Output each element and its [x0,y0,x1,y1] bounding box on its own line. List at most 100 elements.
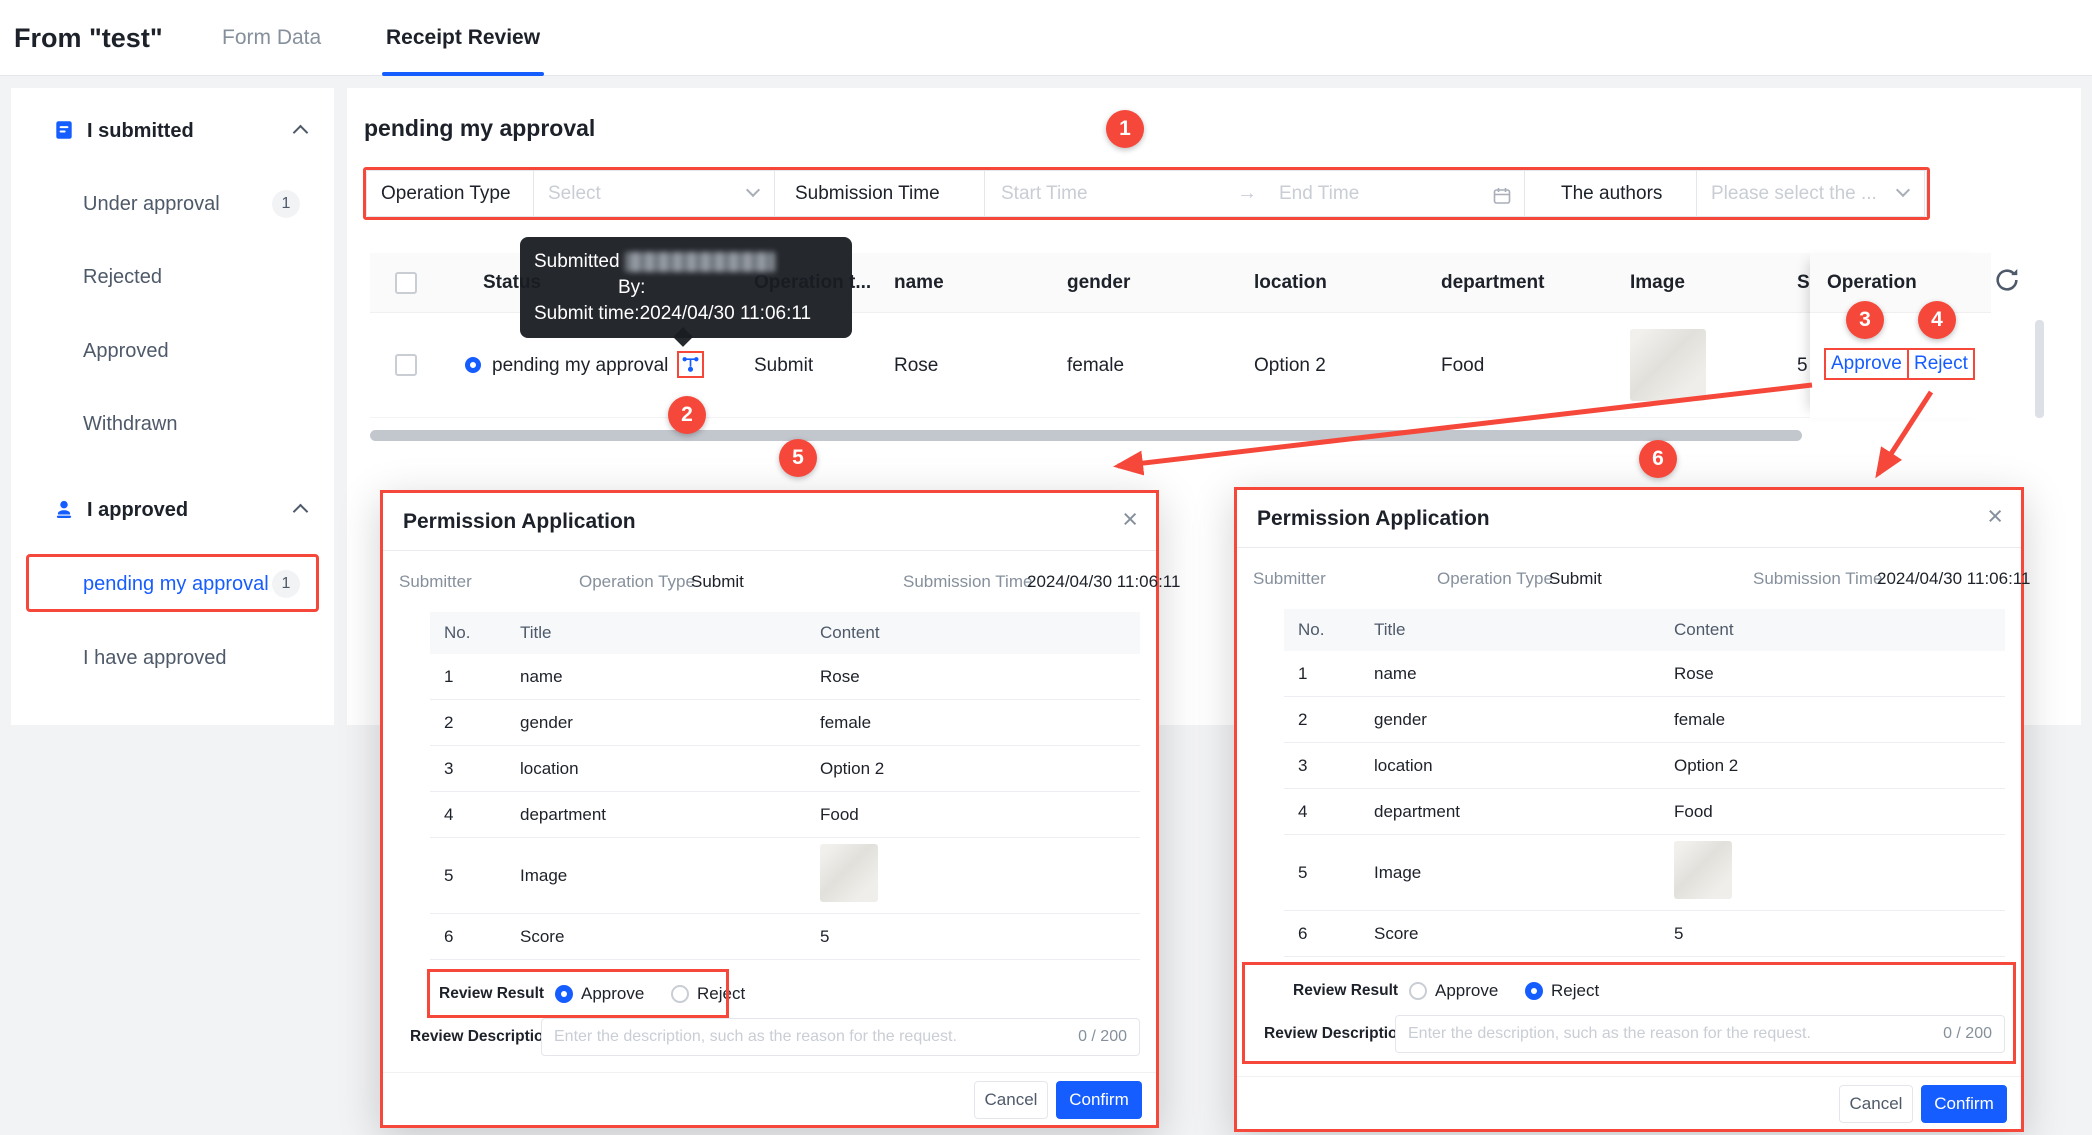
content-title: pending my approval [364,115,596,141]
item-label: Rejected [83,266,162,288]
sidebar-item-withdrawn[interactable]: Withdrawn [11,394,334,454]
filter-bar: Operation Type Select Submission Time St… [366,170,1927,217]
col-no: No. [444,623,471,642]
submission-time-label: Submission Time [903,572,1033,591]
reject-link[interactable]: Reject [1914,353,1968,374]
radio-reject[interactable] [1525,982,1543,1000]
approve-link[interactable]: Approve [1831,353,1902,374]
dialog-title: Permission Application [1257,507,1490,530]
annotation-step-2: 2 [668,396,706,434]
item-label: I have approved [83,647,227,669]
tooltip-line-by: By: [618,277,646,298]
table-row: 1 name Rose [1284,651,2005,697]
image-thumbnail[interactable] [1674,841,1732,899]
radio-reject-label[interactable]: Reject [697,975,745,1013]
annotation-step-1: 1 [1106,110,1144,148]
refresh-icon[interactable] [1993,266,2023,296]
char-counter: 0 / 200 [1078,1028,1127,1045]
cell-score: 5 [1797,355,1808,376]
radio-reject-label[interactable]: Reject [1551,972,1599,1010]
submitted-icon [53,119,75,141]
row-checkbox[interactable] [395,354,417,376]
dialog-table-header: No. Title Content [430,612,1140,654]
select-all-checkbox[interactable] [395,271,417,294]
dialog-info-row: Submitter Operation Type Submit Submissi… [1237,564,2030,594]
status-dot-icon [465,357,481,373]
radio-reject[interactable] [671,985,689,1003]
review-description-input[interactable] [542,1019,1139,1055]
sidebar-item-under-approval[interactable]: Under approval 1 [11,174,334,234]
table-row: 5 Image [430,838,1140,914]
col-location: location [1254,272,1327,293]
chevron-up-icon[interactable] [292,124,309,141]
image-thumbnail[interactable] [1630,329,1706,401]
submitter-label: Submitter [1253,569,1326,588]
submission-time-range-picker[interactable]: Start Time → End Time [984,171,1525,216]
sidebar-item-pending-my-approval[interactable]: pending my approval 1 [11,554,334,614]
review-description-input[interactable] [1396,1016,2004,1052]
dialog-table-header: No. Title Content [1284,609,2005,651]
range-arrow-icon: → [1237,182,1257,204]
page-title: From "test" [14,23,163,53]
description-input-box: 0 / 200 [541,1018,1140,1056]
sidebar-item-approved[interactable]: Approved [11,321,334,381]
sidebar-item-i-have-approved[interactable]: I have approved [11,628,334,688]
dialog-footer: Cancel Confirm [383,1072,1156,1125]
table-row: 3 location Option 2 [430,746,1140,792]
item-label: Approved [83,340,169,362]
dialog-footer: Cancel Confirm [1237,1076,2021,1129]
table-row: 1 name Rose [430,654,1140,700]
horizontal-scrollbar[interactable] [370,430,1802,441]
cancel-button[interactable]: Cancel [1839,1085,1913,1123]
calendar-icon [1492,186,1512,206]
submission-time-value: 2024/04/30 11:06:11 [1027,572,1181,591]
submitter-label: Submitter [399,572,472,591]
permission-dialog-reject: Permission Application × Submitter Opera… [1234,487,2030,1132]
cell-location: Option 2 [1254,355,1326,376]
sidebar-section-i-submitted[interactable]: I submitted [11,101,334,161]
review-result-label: Review Result [439,985,545,1002]
permission-dialog-approve: Permission Application × Submitter Opera… [380,490,1180,1128]
item-label: Withdrawn [83,413,178,435]
annotation-step-5: 5 [779,439,817,477]
start-time-placeholder: Start Time [1001,182,1088,204]
radio-approve[interactable] [1409,982,1427,1000]
sidebar-section-i-approved[interactable]: I approved [11,480,334,540]
annotation-step-4: 4 [1918,301,1956,339]
dialog-table: No. Title Content 1 name Rose 2 gender femal… [1284,609,2005,957]
radio-approve-label[interactable]: Approve [1435,972,1498,1010]
col-image: Image [1630,272,1685,293]
operation-fixed-column: Operation Approve Reject [1810,253,1991,418]
annotation-box-flow-icon[interactable] [677,351,704,378]
radio-approve[interactable] [555,985,573,1003]
tab-form-data[interactable]: Form Data [222,0,321,76]
submission-time-value: 2024/04/30 11:06:11 [1877,569,2031,588]
cancel-button[interactable]: Cancel [974,1081,1048,1119]
operation-type-select[interactable]: Select [533,171,775,216]
table-row: 6 Score 5 [430,914,1140,960]
dialog-table: No. Title Content 1 name Rose 2 gender femal… [430,612,1140,960]
table-row: 5 Image [1284,835,2005,911]
radio-approve-label[interactable]: Approve [581,975,644,1013]
divider [383,550,1156,551]
close-icon[interactable]: × [1122,503,1138,535]
close-icon[interactable]: × [1987,500,2003,532]
chevron-up-icon[interactable] [292,503,309,520]
confirm-button[interactable]: Confirm [1056,1081,1142,1119]
sidebar-item-rejected[interactable]: Rejected [11,247,334,307]
sidebar: I submitted Under approval 1 Rejected Ap… [11,88,334,725]
item-label: pending my approval [83,573,269,595]
submit-info-tooltip: Submitted By: Submit time:2024/04/30 11:… [520,237,852,347]
image-thumbnail[interactable] [820,844,878,902]
vertical-scrollbar[interactable] [2035,320,2044,418]
dialog-info-row: Submitter Operation Type Submit Submissi… [383,567,1180,597]
authors-label: The authors [1561,182,1663,204]
authors-select[interactable]: Please select the ... [1696,171,1925,216]
section-label: I submitted [87,120,194,142]
col-no: No. [1298,620,1325,639]
tab-receipt-review[interactable]: Receipt Review [381,0,545,76]
count-badge: 1 [272,570,300,598]
table-row: 4 department Food [430,792,1140,838]
confirm-button[interactable]: Confirm [1921,1085,2007,1123]
operation-type-value: Submit [691,572,744,591]
